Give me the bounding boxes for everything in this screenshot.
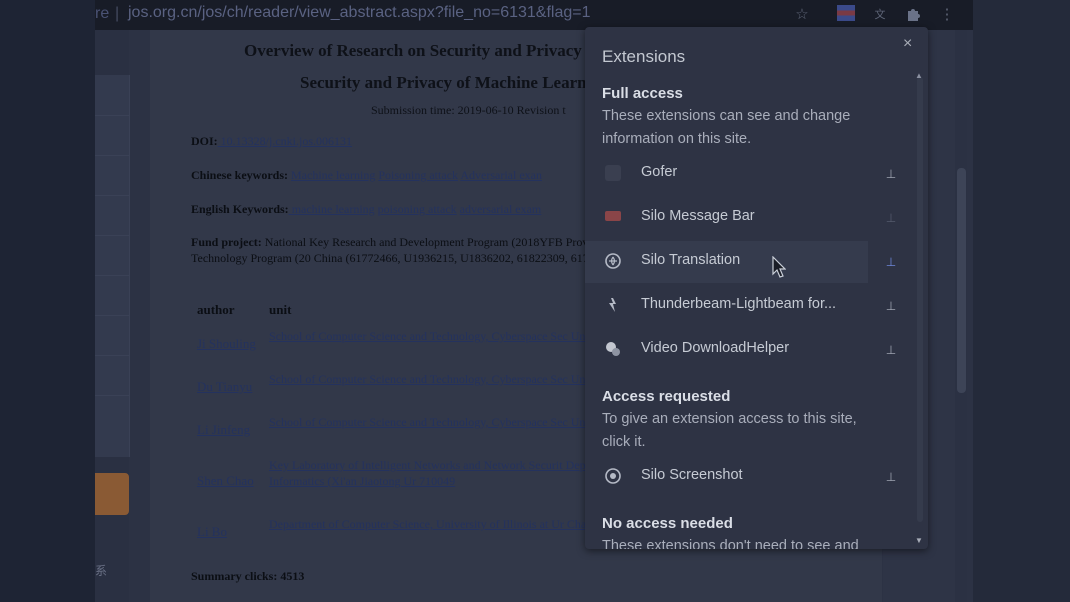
sidebar-banner[interactable] bbox=[95, 473, 129, 515]
extension-name: Silo Translation bbox=[641, 252, 741, 268]
full-access-title: Full access bbox=[602, 85, 683, 102]
desktop-left bbox=[0, 0, 95, 602]
silo-screenshot-icon bbox=[605, 468, 621, 484]
gofer-icon bbox=[605, 165, 621, 181]
author-link[interactable]: Li Bo bbox=[197, 524, 227, 540]
doi-row: DOI: 10.13328/j.cnki.jos.006131 bbox=[191, 134, 352, 149]
divider bbox=[95, 395, 129, 396]
left-nav-strip bbox=[95, 75, 130, 457]
divider bbox=[95, 315, 129, 316]
scroll-up-icon[interactable]: ▲ bbox=[915, 71, 923, 80]
extension-item-silo-screenshot[interactable]: Silo Screenshot bbox=[585, 456, 868, 498]
mouse-cursor-icon bbox=[772, 256, 786, 278]
article-title: Overview of Research on Security and Pri… bbox=[244, 41, 582, 60]
access-requested-title: Access requested bbox=[602, 388, 731, 405]
author-link[interactable]: Du Tianyu bbox=[197, 379, 252, 395]
table-header-author: author bbox=[197, 302, 235, 317]
url-prefix: re bbox=[95, 5, 110, 22]
silo-message-bar-icon bbox=[605, 211, 621, 221]
popup-title: Extensions bbox=[602, 47, 686, 66]
author-link[interactable]: Shen Chao bbox=[197, 473, 254, 489]
thunderbeam-icon bbox=[605, 297, 621, 313]
silo-translation-icon bbox=[605, 253, 621, 269]
en-keywords-label: English Keywords: bbox=[191, 202, 289, 216]
pin-icon[interactable]: ⊥ bbox=[885, 211, 897, 225]
cn-keywords-row: Chinese keywords: Machine learning Poiso… bbox=[191, 168, 542, 183]
popup-scrollbar[interactable] bbox=[917, 77, 923, 522]
divider bbox=[95, 235, 129, 236]
pin-icon[interactable]: ⊥ bbox=[885, 343, 897, 357]
full-access-desc: These extensions can see and change info… bbox=[602, 108, 851, 147]
en-keywords-row: English Keywords: machine learning poiso… bbox=[191, 202, 541, 217]
flag-icon[interactable] bbox=[837, 5, 855, 21]
desktop-right bbox=[973, 0, 1070, 602]
extension-name: Silo Message Bar bbox=[641, 208, 755, 224]
scroll-down-icon[interactable]: ▼ bbox=[915, 536, 923, 545]
close-icon[interactable]: × bbox=[903, 35, 912, 53]
divider bbox=[95, 195, 129, 196]
divider bbox=[95, 355, 129, 356]
page-scrollbar-thumb[interactable] bbox=[957, 168, 966, 393]
url-separator: | bbox=[115, 5, 120, 22]
extension-item-silo-message-bar[interactable]: Silo Message Bar bbox=[585, 197, 868, 239]
article-subtitle: Security and Privacy of Machine Learn bbox=[300, 73, 587, 92]
author-link[interactable]: Li Jinfeng bbox=[197, 422, 250, 438]
extension-name: Gofer bbox=[641, 164, 678, 180]
extensions-popup: Extensions × Full access These extension… bbox=[585, 27, 928, 549]
keyword-link[interactable]: Adversarial exan bbox=[460, 168, 542, 182]
doi-link[interactable]: 10.13328/j.cnki.jos.006131 bbox=[218, 134, 352, 148]
extension-item-gofer[interactable]: Gofer bbox=[585, 153, 868, 195]
summary-clicks: Summary clicks: 4513 bbox=[191, 569, 305, 583]
keyword-link[interactable]: Poisoning attack bbox=[378, 168, 458, 182]
extension-item-video-downloadhelper[interactable]: Video DownloadHelper bbox=[585, 329, 868, 371]
extension-name: Silo Screenshot bbox=[641, 467, 743, 483]
left-sidebar: 系 bbox=[95, 30, 130, 602]
translate-icon[interactable]: 文A bbox=[871, 6, 889, 39]
no-access-desc: These extensions don't need to see and bbox=[602, 538, 859, 549]
sidebar-glyph: 系 bbox=[95, 564, 108, 578]
pin-icon[interactable]: ⊥ bbox=[885, 299, 897, 313]
divider bbox=[95, 115, 129, 116]
divider bbox=[95, 155, 129, 156]
extension-name: Video DownloadHelper bbox=[641, 340, 790, 356]
access-requested-desc: To give an extension access to this site… bbox=[602, 411, 857, 450]
doi-label: DOI: bbox=[191, 134, 218, 148]
table-header-unit: unit bbox=[269, 302, 292, 317]
extension-name: Thunderbeam-Lightbeam for... bbox=[641, 296, 837, 312]
puzzle-icon[interactable] bbox=[904, 6, 922, 24]
star-icon[interactable]: ☆ bbox=[793, 6, 811, 24]
video-downloadhelper-icon bbox=[605, 341, 621, 357]
keyword-link[interactable]: poisoning attack bbox=[378, 202, 457, 216]
menu-icon[interactable]: ⋮ bbox=[938, 6, 956, 24]
extension-item-thunderbeam[interactable]: Thunderbeam-Lightbeam for... bbox=[585, 285, 868, 327]
browser-toolbar: re | jos.org.cn/jos/ch/reader/view_abstr… bbox=[95, 0, 973, 39]
keyword-link[interactable]: adversarial exam bbox=[460, 202, 542, 216]
keyword-link[interactable]: Machine learning bbox=[291, 168, 375, 182]
fund-label: Fund project: bbox=[191, 235, 262, 249]
pin-icon[interactable]: ⊥ bbox=[885, 255, 897, 269]
divider bbox=[95, 275, 129, 276]
pin-icon[interactable]: ⊥ bbox=[885, 167, 897, 181]
pin-icon[interactable]: ⊥ bbox=[885, 470, 897, 484]
extension-item-silo-translation[interactable]: Silo Translation bbox=[585, 241, 868, 283]
author-link[interactable]: Ji Shouling bbox=[197, 336, 256, 352]
address-bar[interactable]: jos.org.cn/jos/ch/reader/view_abstract.a… bbox=[128, 4, 591, 22]
submission-info: Submission time: 2019-06-10 Revision t bbox=[371, 103, 566, 117]
no-access-title: No access needed bbox=[602, 515, 733, 532]
keyword-link[interactable]: machine learning bbox=[289, 202, 375, 216]
cn-keywords-label: Chinese keywords: bbox=[191, 168, 289, 182]
